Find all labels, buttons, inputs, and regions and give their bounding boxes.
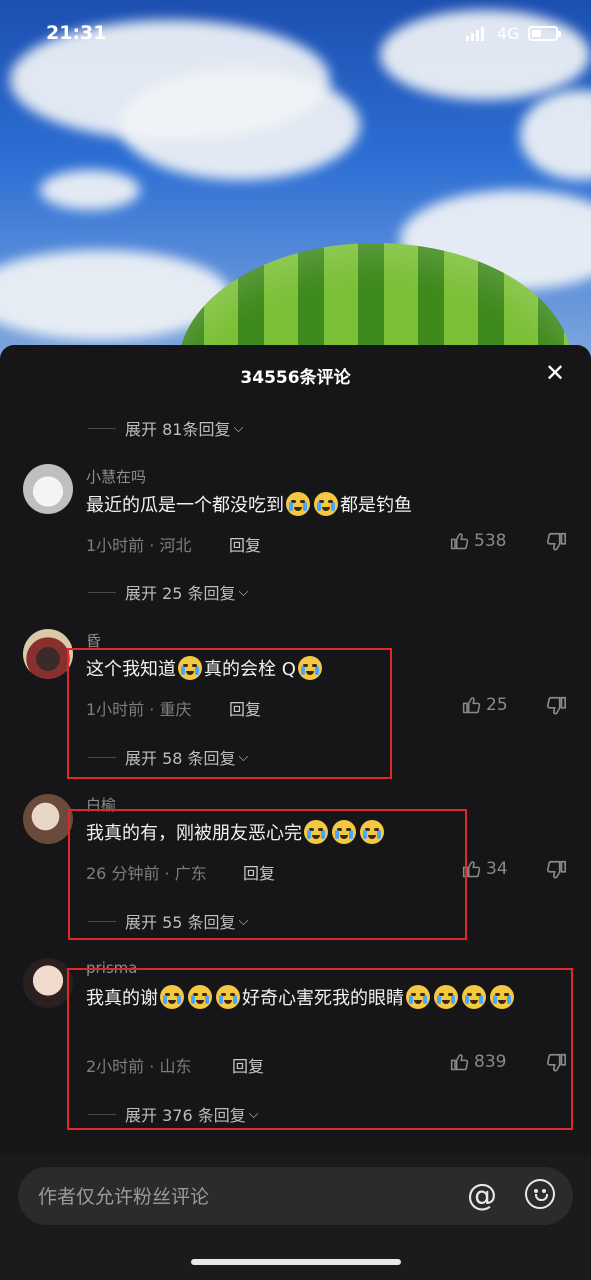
expand-label: 展开 81条回复: [125, 420, 231, 439]
status-bar: 21:31 4G: [0, 0, 591, 64]
expand-replies[interactable]: 展开 81条回复 ⌵: [88, 416, 243, 440]
crying-laugh-emoji-icon: [314, 492, 338, 516]
highlight-box: [67, 648, 392, 779]
chevron-down-icon: ⌵: [233, 420, 244, 436]
reply-button[interactable]: 回复: [229, 532, 261, 556]
thumb-down-icon[interactable]: [545, 531, 567, 553]
battery-icon: [528, 26, 561, 41]
thumb-down-icon[interactable]: [545, 695, 567, 717]
status-time: 21:31: [46, 22, 107, 44]
signal-icon: [466, 27, 484, 41]
home-indicator: [191, 1259, 401, 1265]
avatar[interactable]: [23, 629, 73, 679]
network-label: 4G: [497, 24, 520, 43]
thumb-down-icon[interactable]: [545, 859, 567, 881]
comment-input-placeholder: 作者仅允许粉丝评论: [38, 1186, 210, 1208]
thumb-up-icon: [450, 533, 469, 550]
thumb-up-icon: [462, 697, 481, 714]
chevron-down-icon: ⌵: [238, 584, 249, 600]
close-icon[interactable]: ✕: [545, 361, 565, 385]
comment-text: 最近的瓜是一个都没吃到 都是钓鱼: [86, 490, 412, 522]
highlight-box: [68, 809, 467, 940]
like-button[interactable]: 538: [450, 531, 506, 551]
crying-laugh-emoji-icon: [286, 492, 310, 516]
emoji-icon[interactable]: [525, 1179, 555, 1209]
comment-text-part: 最近的瓜是一个都没吃到: [86, 495, 284, 516]
expand-label: 展开 25 条回复: [125, 584, 236, 603]
comment-username[interactable]: 小慧在吗: [86, 466, 146, 487]
comment-time-location: 1小时前 · 河北: [86, 536, 192, 555]
like-count: 25: [486, 695, 508, 715]
at-icon[interactable]: @: [467, 1178, 497, 1213]
highlight-box: [67, 968, 573, 1130]
like-button[interactable]: 25: [462, 695, 508, 715]
avatar[interactable]: [23, 794, 73, 844]
comments-title: 34556条评论: [240, 368, 351, 388]
like-count: 34: [486, 859, 508, 879]
avatar[interactable]: [23, 958, 73, 1008]
avatar[interactable]: [23, 464, 73, 514]
comment-text-part: 都是钓鱼: [340, 495, 412, 516]
like-button[interactable]: 34: [462, 859, 508, 879]
expand-replies[interactable]: 展开 25 条回复 ⌵: [88, 580, 248, 604]
like-count: 538: [474, 531, 507, 551]
